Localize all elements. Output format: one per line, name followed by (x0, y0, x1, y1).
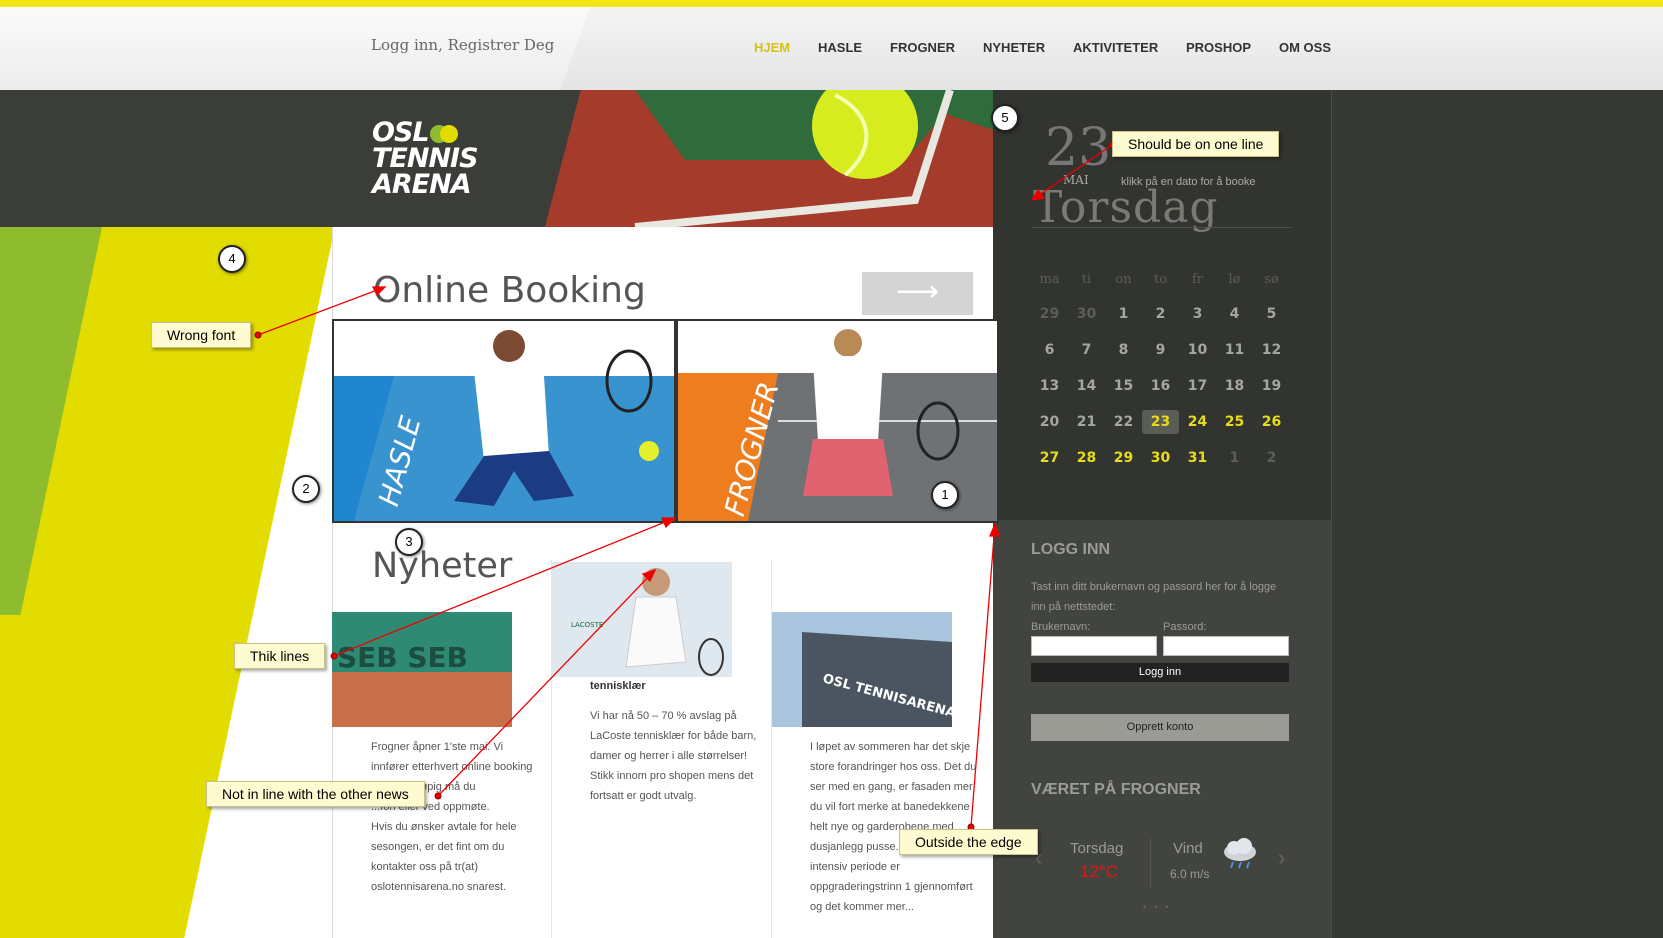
annotation-number-1: 1 (931, 481, 959, 509)
annotation-number-5: 5 (991, 104, 1019, 132)
annotation-not-in-line: Not in line with the other news (206, 781, 425, 807)
annotation-thick-lines: Thik lines (234, 643, 326, 669)
annotation-number-4: 4 (218, 245, 246, 273)
annotation-number-2: 2 (292, 475, 320, 503)
annotation-wrong-font: Wrong font (151, 322, 252, 348)
annotation-outside-edge: Outside the edge (899, 829, 1038, 855)
annotation-number-3: 3 (395, 528, 423, 556)
annotation-one-line: Should be on one line (1112, 131, 1280, 157)
